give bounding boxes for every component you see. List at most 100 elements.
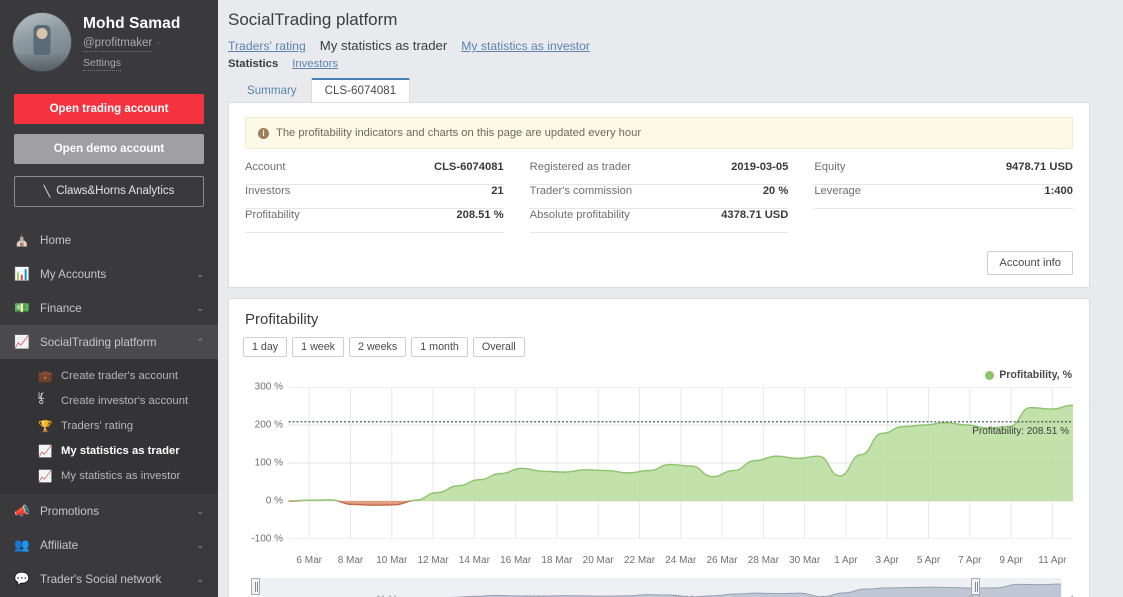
chart-x-tick: 5 Apr	[916, 555, 941, 566]
sidebar-item-create-traders-account[interactable]: 💼 Create trader's account	[0, 363, 218, 388]
link-my-statistics-as-trader[interactable]: My statistics as trader	[320, 38, 448, 53]
app-root: Mohd Samad @profitmaker · Settings Open …	[0, 0, 1123, 597]
sidebar-item-home[interactable]: ⛪ Home	[0, 223, 218, 257]
sidebar-item-promotions[interactable]: 📣 Promotions ⌄	[0, 494, 218, 528]
section-links: Traders' rating My statistics as trader …	[228, 38, 1090, 56]
claws-horns-analytics-button[interactable]: ╲ Claws&Horns Analytics	[14, 176, 204, 207]
period-1-week[interactable]: 1 week	[292, 337, 345, 357]
profile-handle[interactable]: @profitmaker	[83, 36, 153, 52]
chart-x-tick: 22 Mar	[623, 555, 656, 566]
detail-key: Absolute profitability	[529, 209, 630, 221]
tab-bar: Summary CLS-6074081	[233, 78, 1090, 103]
detail-row: Absolute profitability 4378.71 USD	[529, 209, 789, 233]
chart-legend[interactable]: Profitability, %	[985, 369, 1072, 381]
detail-key: Trader's commission	[529, 185, 633, 197]
legend-color-swatch	[985, 370, 995, 380]
copy-files-icon: ⯉	[38, 393, 45, 405]
profitability-chart: Profitability, % -100 % 0 % 100 % 200 % 300 …	[243, 369, 1075, 569]
detail-row: Trader's commission 20 %	[529, 185, 789, 209]
detail-value: 9478.71 USD	[1005, 161, 1073, 173]
sidebar-item-finance[interactable]: 💵 Finance ⌄	[0, 291, 218, 325]
chart-x-tick: 26 Mar	[706, 555, 738, 566]
account-info-row: Account info	[245, 235, 1073, 275]
detail-value: 21	[491, 185, 504, 197]
sidebar: Mohd Samad @profitmaker · Settings Open …	[0, 0, 218, 597]
sidebar-item-traders-rating[interactable]: 🏆 Traders' rating	[0, 413, 218, 438]
chevron-down-icon: ⌄	[196, 302, 204, 313]
link-my-statistics-as-investor[interactable]: My statistics as investor	[461, 39, 590, 53]
period-1-month[interactable]: 1 month	[411, 337, 468, 357]
subnav: Statistics Investors	[228, 56, 1090, 78]
open-demo-account-button[interactable]: Open demo account	[14, 134, 204, 164]
profile-dot: ·	[156, 36, 161, 49]
profitability-card: Profitability 1 day 1 week 2 weeks 1 mon…	[228, 298, 1090, 597]
sidebar-item-my-statistics-as-trader[interactable]: 📈 My statistics as trader	[0, 438, 218, 463]
chart-x-tick: 10 Mar	[376, 555, 408, 566]
chart-x-tick: 20 Mar	[582, 555, 614, 566]
sidebar-item-label: Trader's Social network	[40, 572, 162, 586]
sidebar-item-affiliate[interactable]: 👥 Affiliate ⌄	[0, 528, 218, 562]
people-icon: 👥	[14, 537, 30, 552]
chart-svg	[288, 386, 1074, 540]
account-card: i The profitability indicators and chart…	[228, 102, 1090, 288]
sidebar-item-my-statistics-as-investor[interactable]: 📈 My statistics as investor	[0, 463, 218, 488]
briefcase-icon: 💼	[38, 370, 53, 383]
avatar[interactable]	[12, 12, 72, 72]
chart-y-tick: 300 %	[254, 381, 283, 393]
sidebar-item-label: SocialTrading platform	[40, 335, 157, 349]
chart-x-tick: 3 Apr	[875, 555, 899, 566]
chart-navigator[interactable]: 11 Mar18 Mar25 Mar1 Apr8 Apr1	[243, 576, 1075, 597]
profile-block: Mohd Samad @profitmaker · Settings	[0, 0, 218, 82]
chart-annotation: Profitability: 208.51 %	[972, 425, 1069, 437]
chart-y-tick: -100 %	[251, 533, 283, 545]
sidebar-item-label: Affiliate	[40, 538, 79, 552]
claws-horns-label: Claws&Horns Analytics	[56, 185, 175, 197]
sidebar-item-socialtrading-platform[interactable]: 📈 SocialTrading platform ⌃	[0, 325, 218, 359]
main-content: SocialTrading platform Traders' rating M…	[218, 0, 1123, 597]
navigator-right-handle[interactable]	[971, 578, 981, 595]
period-2-weeks[interactable]: 2 weeks	[349, 337, 407, 357]
chevron-down-icon: ⌄	[196, 505, 204, 516]
period-selector: 1 day 1 week 2 weeks 1 month Overall	[243, 337, 1075, 361]
period-1-day[interactable]: 1 day	[243, 337, 288, 357]
subnav-statistics[interactable]: Statistics	[228, 58, 278, 70]
period-overall[interactable]: Overall	[472, 337, 525, 357]
chart-x-tick: 24 Mar	[665, 555, 697, 566]
chart-x-axis: 6 Mar 8 Mar 10 Mar 12 Mar 14 Mar 16 Mar 18 Mar…	[243, 555, 1075, 571]
chart-x-tick: 14 Mar	[458, 555, 490, 566]
sidebar-item-my-accounts[interactable]: 📊 My Accounts ⌄	[0, 257, 218, 291]
detail-value: 20 %	[762, 185, 789, 197]
account-info-button[interactable]: Account info	[987, 251, 1073, 275]
sidebar-subitem-label: Create trader's account	[61, 369, 179, 382]
sidebar-item-traders-social-network[interactable]: 💬 Trader's Social network ⌄	[0, 562, 218, 596]
chart-plot-area[interactable]	[243, 386, 1075, 540]
content-area: SocialTrading platform Traders' rating M…	[218, 0, 1123, 597]
chart-x-tick: 28 Mar	[747, 555, 779, 566]
chart-y-tick: 100 %	[254, 457, 283, 469]
subnav-investors[interactable]: Investors	[292, 58, 338, 70]
detail-row: Equity 9478.71 USD	[814, 161, 1073, 185]
chart-x-tick: 8 Mar	[337, 555, 364, 566]
open-trading-account-button[interactable]: Open trading account	[14, 94, 204, 124]
info-notice: i The profitability indicators and chart…	[245, 117, 1073, 149]
tab-cls-6074081[interactable]: CLS-6074081	[310, 78, 411, 103]
notice-text: The profitability indicators and charts …	[276, 127, 642, 139]
detail-row: Leverage 1:400	[814, 185, 1073, 209]
chart-x-tick: 30 Mar	[789, 555, 821, 566]
detail-row-empty	[814, 209, 1073, 233]
tab-summary[interactable]: Summary	[233, 78, 311, 103]
money-icon: 💵	[14, 300, 30, 315]
page-title: SocialTrading platform	[228, 10, 398, 29]
chart-x-tick: 1 Apr	[834, 555, 858, 566]
navigator-left-handle[interactable]	[251, 578, 260, 595]
chart-x-tick: 7 Apr	[958, 555, 982, 566]
link-traders-rating[interactable]: Traders' rating	[228, 39, 306, 53]
avatar-head	[36, 28, 48, 40]
megaphone-icon: 📣	[14, 503, 30, 518]
detail-key: Leverage	[814, 185, 861, 197]
detail-value: 208.51 %	[456, 209, 504, 221]
sidebar-item-create-investors-account[interactable]: ⯉ Create investor's account	[0, 388, 218, 413]
settings-link[interactable]: Settings	[83, 57, 121, 71]
detail-row: Registered as trader 2019-03-05	[529, 161, 789, 185]
sidebar-subitem-label: Create investor's account	[61, 394, 189, 407]
